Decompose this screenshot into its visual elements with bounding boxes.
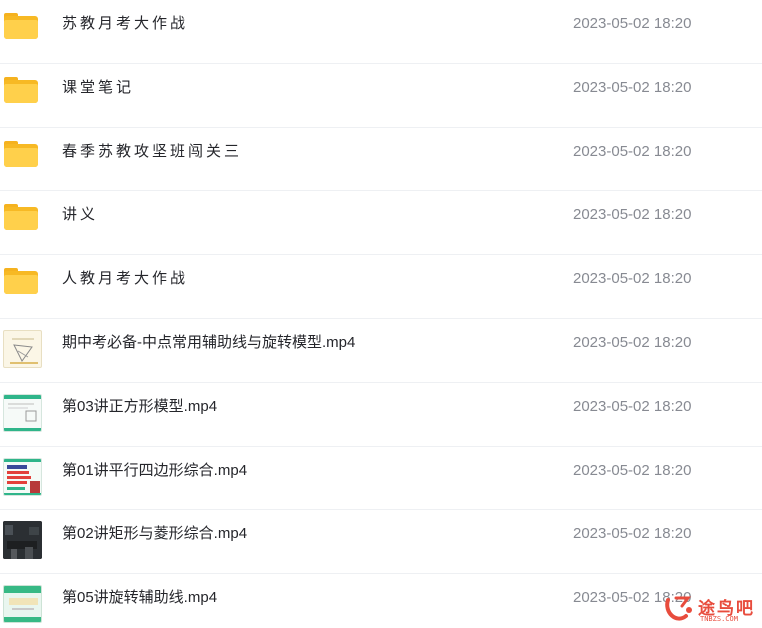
file-row-video[interactable]: 第02讲矩形与菱形综合.mp4 2023-05-02 18:20 [0,510,762,575]
video-thumbnail [3,521,42,560]
file-modified-time: 2023-05-02 18:20 [573,461,692,479]
watermark: 途鸟吧 TNBZS.COM [660,588,760,628]
file-row-folder[interactable]: 春季苏教攻坚班闯关三 2023-05-02 18:20 [0,128,762,192]
file-modified-time: 2023-05-02 18:20 [573,78,692,96]
file-name: 课堂笔记 [62,78,135,96]
folder-icon [4,140,38,167]
folder-icon [4,268,38,295]
file-name: 第05讲旋转辅助线.mp4 [62,589,218,607]
file-row-video[interactable]: 第01讲平行四边形综合.mp4 2023-05-02 18:20 [0,447,762,511]
file-name: 讲义 [62,206,99,224]
file-name: 苏教月考大作战 [62,15,189,32]
file-modified-time: 2023-05-02 18:20 [573,397,692,415]
folder-icon [4,76,38,103]
file-modified-time: 2023-05-02 18:20 [573,334,692,351]
file-name: 第02讲矩形与菱形综合.mp4 [62,525,248,543]
file-list: 苏教月考大作战 2023-05-02 18:20 课堂笔记 2023-05-02… [0,0,762,628]
file-row-video[interactable]: 期中考必备-中点常用辅助线与旋转模型.mp4 2023-05-02 18:20 [0,319,762,383]
file-name: 第03讲正方形模型.mp4 [62,397,218,415]
file-row-folder[interactable]: 课堂笔记 2023-05-02 18:20 [0,64,762,128]
file-row-folder[interactable]: 人教月考大作战 2023-05-02 18:20 [0,255,762,319]
video-thumbnail [3,585,42,624]
video-thumbnail [3,457,42,496]
file-modified-time: 2023-05-02 18:20 [573,142,692,160]
file-row-video[interactable]: 第03讲正方形模型.mp4 2023-05-02 18:20 [0,383,762,447]
file-name: 第01讲平行四边形综合.mp4 [62,461,248,479]
file-row-folder[interactable]: 苏教月考大作战 2023-05-02 18:20 [0,0,762,64]
file-row-video[interactable]: 第05讲旋转辅助线.mp4 2023-05-02 18:20 [0,574,762,628]
video-thumbnail [3,330,42,368]
folder-icon [4,13,38,39]
file-row-folder[interactable]: 讲义 2023-05-02 18:20 [0,191,762,256]
file-modified-time: 2023-05-02 18:20 [573,525,692,543]
tunba-logo-icon [665,596,692,621]
video-thumbnail [3,393,42,432]
watermark-subtext: TNBZS.COM [700,615,738,623]
file-name: 春季苏教攻坚班闯关三 [62,142,243,160]
file-name: 人教月考大作战 [62,270,189,288]
file-modified-time: 2023-05-02 18:20 [573,270,692,288]
file-name: 期中考必备-中点常用辅助线与旋转模型.mp4 [62,334,356,351]
file-modified-time: 2023-05-02 18:20 [573,15,692,32]
file-modified-time: 2023-05-02 18:20 [573,206,692,224]
folder-icon [4,204,38,231]
